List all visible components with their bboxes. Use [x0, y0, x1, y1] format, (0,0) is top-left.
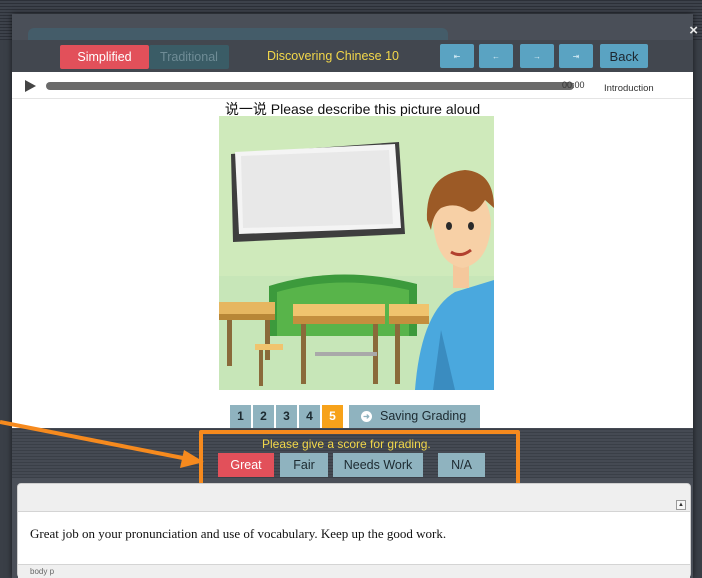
feedback-editor[interactable]: ▲ Great job on your pronunciation and us… [17, 483, 691, 578]
arrow-circle-icon: ➜ [361, 410, 372, 422]
page-2-button[interactable]: 2 [253, 404, 274, 428]
step-back-button[interactable]: ⇤ [440, 44, 474, 68]
lesson-toolbar: Simplified Traditional Discovering Chine… [12, 40, 693, 72]
simplified-button[interactable]: Simplified [60, 45, 149, 69]
lesson-title: Discovering Chinese 10 [267, 49, 400, 63]
annotation-arrow [0, 420, 204, 468]
feedback-text[interactable]: Great job on your pronunciation and use … [30, 526, 446, 542]
step-forward-icon: ⇥ [572, 51, 580, 61]
lesson-content: 00:00 Introduction 说一说 Please describe t… [12, 72, 693, 428]
arrow-right-icon: → [533, 51, 541, 61]
classroom-illustration [219, 116, 494, 390]
step-back-icon: ⇤ [453, 51, 461, 61]
classroom-illustration-svg [219, 116, 494, 390]
page-5-button[interactable]: 5 [322, 404, 343, 428]
play-icon[interactable] [25, 80, 36, 92]
page-1-button[interactable]: 1 [230, 404, 251, 428]
audio-time: 00:00 [562, 80, 585, 90]
close-icon[interactable]: × [689, 22, 698, 39]
editor-toolbar [18, 484, 690, 512]
back-button[interactable]: Back [600, 44, 648, 68]
element-path: body p [30, 567, 55, 576]
scroll-up-icon[interactable]: ▲ [676, 500, 686, 510]
step-forward-button[interactable]: ⇥ [559, 44, 593, 68]
page-selector: 1 2 3 4 5 ➜ Saving Grading [230, 403, 481, 429]
editor-status-bar: body p [18, 564, 690, 578]
page-4-button[interactable]: 4 [299, 404, 320, 428]
next-button[interactable]: → [520, 44, 554, 68]
previous-button[interactable]: ← [479, 44, 513, 68]
saving-grading-label: Saving Grading [380, 409, 467, 423]
page-3-button[interactable]: 3 [276, 404, 297, 428]
arrow-left-icon: ← [492, 51, 500, 61]
traditional-button[interactable]: Traditional [149, 45, 229, 69]
audio-progress-slider[interactable] [46, 82, 574, 90]
section-label: Introduction [604, 83, 654, 94]
saving-grading-button[interactable]: ➜ Saving Grading [349, 404, 481, 428]
